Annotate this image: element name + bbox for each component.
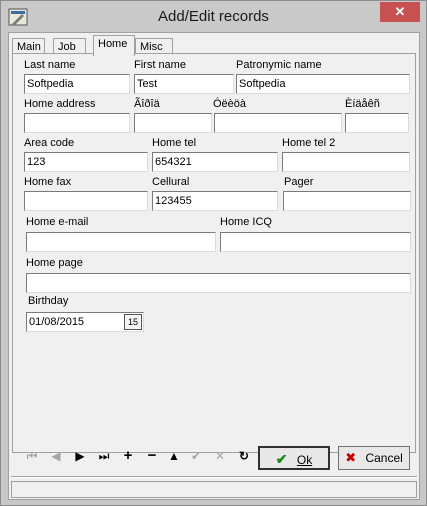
close-button[interactable]: ✕	[380, 2, 420, 22]
home-icq-label: Home ICQ	[220, 216, 272, 228]
delete-record-icon[interactable]: −	[142, 445, 162, 467]
last-name-label: Last name	[24, 59, 76, 71]
postal-code-label: Èíäåêñ	[345, 98, 380, 110]
ok-button-label: Ok	[296, 453, 313, 467]
home-email-field[interactable]	[26, 232, 216, 252]
street-label: Óëèöà	[213, 98, 247, 110]
window-title: Add/Edit records	[158, 8, 269, 25]
home-fax-field[interactable]	[24, 191, 148, 211]
edit-record-icon[interactable]: ▲	[164, 445, 184, 467]
home-address-field[interactable]	[24, 113, 130, 133]
birthday-label: Birthday	[28, 295, 69, 307]
cancel-x-icon: ✖	[345, 450, 357, 465]
pager-label: Pager	[284, 176, 314, 188]
area-code-label: Area code	[24, 137, 75, 149]
dialog-body: Main Job Home Misc Last name Softpedia F…	[8, 32, 420, 500]
home-tab-panel: Last name Softpedia First name Test Patr…	[12, 53, 416, 453]
tab-home[interactable]: Home	[93, 35, 135, 56]
pager-field[interactable]	[283, 191, 411, 211]
street-field[interactable]	[214, 113, 342, 133]
home-page-label: Home page	[26, 257, 83, 269]
home-fax-label: Home fax	[24, 176, 72, 188]
first-name-field[interactable]: Test	[134, 74, 234, 94]
ok-check-icon: ✔	[275, 451, 288, 467]
post-edit-icon[interactable]: ✔	[186, 445, 206, 467]
last-name-field[interactable]: Softpedia	[24, 74, 130, 94]
patronymic-name-label: Patronymic name	[236, 59, 322, 71]
status-bar	[11, 481, 417, 498]
cellural-label: Cellural	[152, 176, 190, 188]
home-page-field[interactable]	[26, 273, 411, 293]
patronymic-name-field[interactable]: Softpedia	[236, 74, 410, 94]
cancel-edit-icon[interactable]: ✕	[210, 445, 230, 467]
home-tel-2-field[interactable]	[282, 152, 410, 172]
calendar-icon[interactable]: 15	[124, 314, 142, 330]
refresh-icon[interactable]: ↻	[234, 445, 254, 467]
home-tel-field[interactable]: 654321	[152, 152, 278, 172]
home-tel-label: Home tel	[152, 137, 197, 149]
home-tel-2-label: Home tel 2	[282, 137, 336, 149]
home-icq-field[interactable]	[220, 232, 411, 252]
area-code-field[interactable]: 123	[24, 152, 148, 172]
postal-code-field[interactable]	[345, 113, 409, 133]
separator	[11, 476, 417, 478]
ok-button[interactable]: ✔ Ok	[258, 446, 330, 470]
city-label: Ãîðîä	[134, 98, 160, 110]
prior-record-icon[interactable]: ◀	[46, 445, 66, 467]
cancel-button-label: Cancel	[365, 451, 403, 465]
birthday-value: 01/08/2015	[29, 316, 85, 328]
record-navigator: ⏮ ◀ ▶ ⏭ + − ▲ ✔ ✕ ↻	[16, 445, 256, 467]
birthday-date-picker[interactable]: 01/08/2015 15	[26, 312, 144, 332]
last-record-icon[interactable]: ⏭	[94, 445, 114, 467]
cancel-button[interactable]: ✖ Cancel	[338, 446, 410, 470]
city-field[interactable]	[134, 113, 212, 133]
cellural-field[interactable]: 123455	[152, 191, 278, 211]
add-edit-records-window: Add/Edit records ✕ Main Job Home Misc La…	[0, 0, 427, 506]
home-address-label: Home address	[24, 98, 96, 110]
home-email-label: Home e-mail	[26, 216, 89, 228]
first-record-icon[interactable]: ⏮	[22, 445, 42, 467]
insert-record-icon[interactable]: +	[118, 445, 138, 467]
first-name-label: First name	[134, 59, 186, 71]
title-bar: Add/Edit records ✕	[1, 1, 426, 33]
next-record-icon[interactable]: ▶	[70, 445, 90, 467]
